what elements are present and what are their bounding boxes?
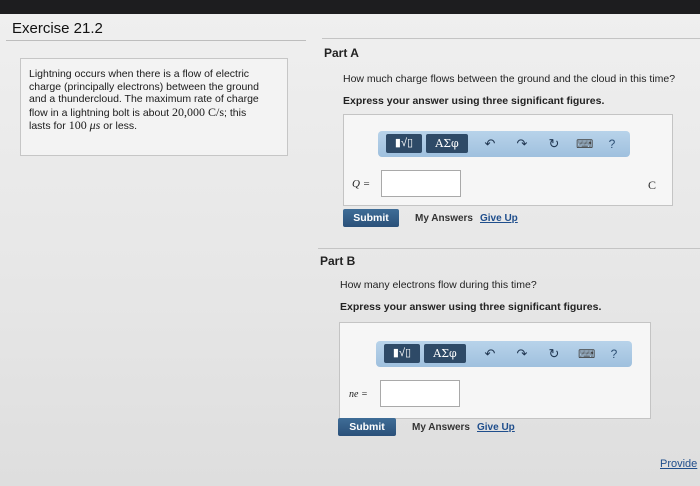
reset-icon[interactable]: ↻ [546, 135, 562, 153]
problem-line-2: charge (principally electrons) between t… [29, 80, 259, 93]
problem-line-1: Lightning occurs when there is a flow of… [29, 68, 250, 80]
part-b-submit-button[interactable]: Submit [338, 418, 396, 436]
redo-icon[interactable]: ↷ [514, 135, 530, 153]
problem-statement: Lightning occurs when there is a flow of… [20, 58, 288, 156]
duration-unit: μs [89, 118, 101, 132]
problem-line-5: lasts for 100 μs or less. [29, 119, 279, 133]
part-b-answer-area: ▮√▯ ΑΣφ ↶ ↷ ↻ ⌨ ? ne = [339, 322, 651, 419]
template-button[interactable]: ▮√▯ [386, 134, 422, 153]
part-a-answer-input[interactable] [381, 170, 461, 197]
part-a-divider [322, 38, 700, 39]
part-b-variable-label: ne = [349, 389, 368, 400]
template-button[interactable]: ▮√▯ [384, 344, 420, 363]
part-a-title: Part A [324, 46, 359, 60]
duration-value: 100 [68, 118, 87, 132]
part-b-give-up-link[interactable]: Give Up [477, 422, 515, 433]
charge-rate-value: 20,000 C/s [172, 104, 225, 119]
greek-symbols-button[interactable]: ΑΣφ [426, 134, 468, 153]
part-a-variable-label: Q = [352, 178, 371, 190]
part-a-answer-area: ▮√▯ ΑΣφ ↶ ↷ ↻ ⌨ ? Q = C [343, 114, 673, 206]
provide-feedback-link[interactable]: Provide [660, 458, 697, 470]
part-a-submit-button[interactable]: Submit [343, 209, 399, 227]
page: Exercise 21.2 Lightning occurs when ther… [0, 14, 700, 486]
part-a-question: How much charge flows between the ground… [343, 73, 676, 85]
part-a-unit-label: C [648, 178, 657, 192]
part-b-math-toolbar: ▮√▯ ΑΣφ ↶ ↷ ↻ ⌨ ? [376, 341, 632, 367]
part-b-answer-input[interactable] [380, 380, 460, 407]
part-b-my-answers-link[interactable]: My Answers [412, 422, 470, 433]
problem-line-3: and a thundercloud. The maximum rate of … [29, 93, 259, 105]
greek-symbols-button[interactable]: ΑΣφ [424, 344, 466, 363]
exercise-title: Exercise 21.2 [12, 20, 103, 37]
part-b-instruction: Express your answer using three signific… [340, 301, 602, 313]
part-b-question: How many electrons flow during this time… [340, 279, 537, 291]
part-a-instruction: Express your answer using three signific… [343, 95, 605, 107]
keyboard-icon[interactable]: ⌨ [576, 135, 593, 153]
reset-icon[interactable]: ↻ [546, 345, 562, 363]
part-a-math-toolbar: ▮√▯ ΑΣφ ↶ ↷ ↻ ⌨ ? [378, 131, 630, 157]
problem-text: or less. [100, 120, 138, 132]
redo-icon[interactable]: ↷ [514, 345, 530, 363]
problem-text: lasts for [29, 120, 69, 132]
problem-line-4: flow in a lightning bolt is about 20,000… [29, 104, 279, 120]
part-b-title: Part B [320, 254, 356, 268]
problem-text: flow in a lightning bolt is about [29, 106, 173, 119]
top-dark-bar [0, 0, 700, 14]
part-a-my-answers-link[interactable]: My Answers [415, 213, 473, 224]
undo-icon[interactable]: ↶ [482, 345, 498, 363]
part-b-divider [318, 248, 700, 249]
help-icon[interactable]: ? [606, 345, 622, 363]
part-a-give-up-link[interactable]: Give Up [480, 213, 518, 224]
undo-icon[interactable]: ↶ [482, 135, 498, 153]
help-icon[interactable]: ? [604, 135, 620, 153]
exercise-divider [6, 40, 306, 41]
keyboard-icon[interactable]: ⌨ [578, 345, 595, 363]
problem-text: ; this [224, 106, 247, 119]
